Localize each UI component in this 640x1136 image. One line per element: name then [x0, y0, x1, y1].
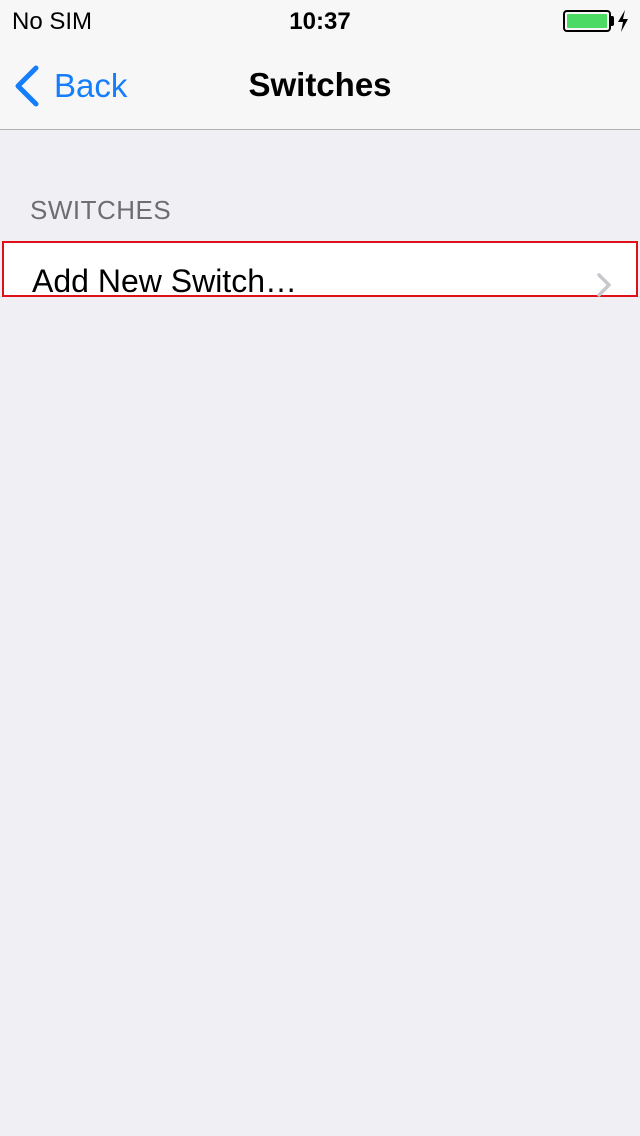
- add-new-switch-row[interactable]: Add New Switch…: [2, 241, 638, 297]
- section-header: SWITCHES: [30, 195, 172, 225]
- add-new-switch-label: Add New Switch…: [32, 263, 297, 299]
- status-bar: No SIM 10:37: [0, 0, 640, 40]
- chevron-right-icon: [597, 273, 611, 297]
- clock-label: 10:37: [289, 8, 351, 35]
- navigation-bar: Back Switches: [0, 40, 640, 130]
- page-title: Switches: [248, 66, 392, 103]
- battery-icon: [563, 10, 611, 32]
- battery-tip: [611, 16, 614, 26]
- lightning-bolt-icon: [618, 10, 628, 32]
- battery-level-fill: [567, 14, 607, 28]
